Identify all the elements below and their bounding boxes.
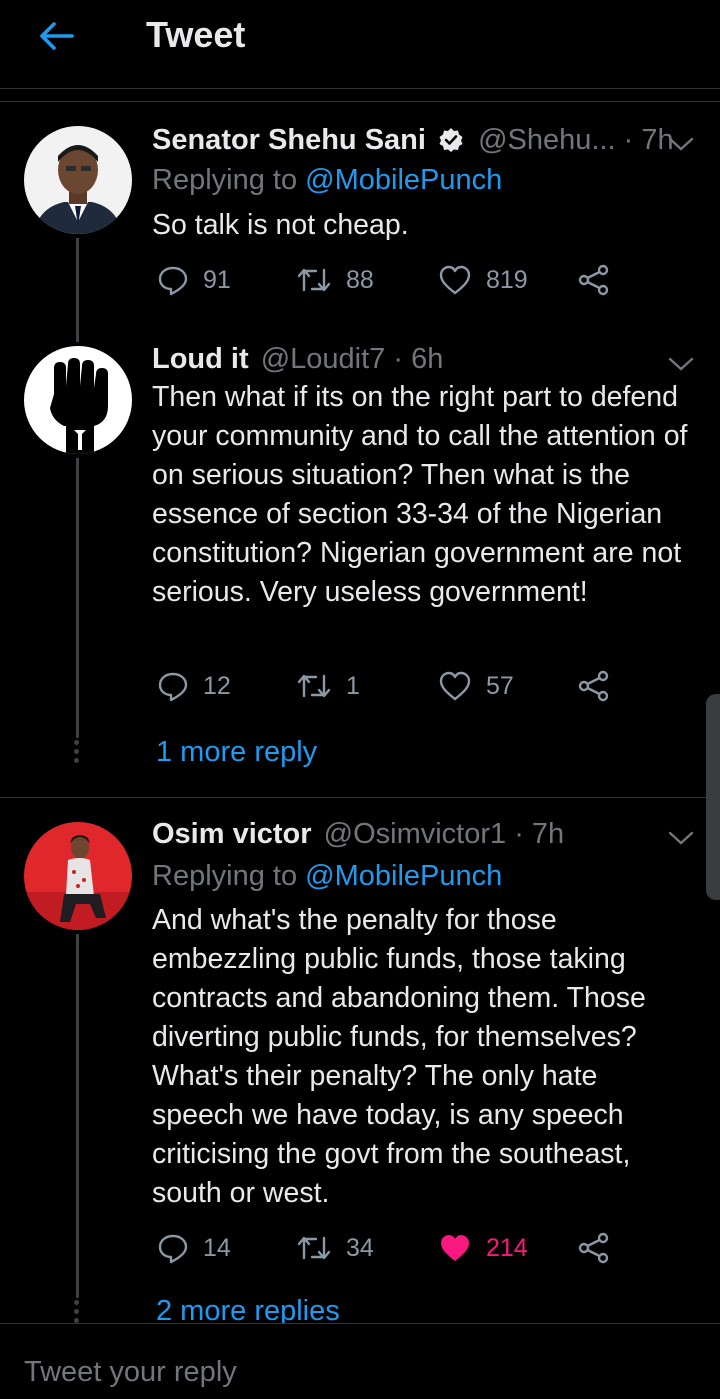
thread-connector xyxy=(76,934,79,1298)
like-button[interactable]: 819 xyxy=(438,264,528,296)
share-button[interactable] xyxy=(578,670,624,702)
chevron-down-icon[interactable] xyxy=(668,356,694,372)
thread-connector xyxy=(76,238,79,342)
retweet-icon xyxy=(297,1236,331,1260)
reply-button[interactable]: 14 xyxy=(157,1232,231,1264)
like-count: 57 xyxy=(486,671,514,700)
like-button[interactable]: 214 xyxy=(438,1232,528,1264)
reply-button[interactable]: 12 xyxy=(157,670,231,702)
timestamp: · 7h xyxy=(514,818,565,850)
tweet-actions: 91 88 819 xyxy=(152,264,672,304)
retweet-count: 1 xyxy=(346,671,360,700)
reply-count: 91 xyxy=(203,265,231,294)
tweet-text: Then what if its on the right part to de… xyxy=(152,381,688,608)
reply-input[interactable]: Tweet your reply xyxy=(24,1356,237,1389)
tweet-header: Osim victor @Osimvictor1 · 7h xyxy=(152,818,564,851)
like-icon xyxy=(439,671,471,701)
tweet-header: Senator Shehu Sani @Shehu... · 7h xyxy=(152,124,674,157)
reply-button[interactable]: 91 xyxy=(157,264,231,296)
like-count: 819 xyxy=(486,265,528,294)
retweet-button[interactable]: 88 xyxy=(296,264,374,296)
chevron-down-icon[interactable] xyxy=(668,830,694,846)
verified-badge-icon xyxy=(439,128,463,152)
retweet-button[interactable]: 1 xyxy=(296,670,360,702)
share-button[interactable] xyxy=(578,264,624,296)
like-button[interactable]: 57 xyxy=(438,670,514,702)
tweet-text: And what's the penalty for those embezzl… xyxy=(152,904,646,1209)
tweet[interactable]: Senator Shehu Sani @Shehu... · 7h Replyi… xyxy=(0,102,720,342)
top-bar: Tweet xyxy=(0,0,720,89)
like-count: 214 xyxy=(486,1233,528,1262)
chevron-down-icon[interactable] xyxy=(668,136,694,152)
back-arrow-icon[interactable] xyxy=(36,16,76,56)
tweet[interactable]: Loud it @Loudit7 · 6h Then what if its o… xyxy=(0,342,720,796)
thread-connector xyxy=(76,458,79,738)
like-icon xyxy=(439,265,471,295)
retweet-button[interactable]: 34 xyxy=(296,1232,374,1264)
share-icon xyxy=(578,1232,609,1264)
thread-dots xyxy=(73,740,81,767)
mention-link[interactable]: @MobilePunch xyxy=(305,860,502,892)
retweet-icon xyxy=(297,268,331,292)
timestamp: · 6h xyxy=(393,343,444,375)
avatar[interactable] xyxy=(24,822,132,930)
reply-icon xyxy=(158,1234,188,1264)
scroll-handle[interactable] xyxy=(706,694,720,900)
tweet-header: Loud it @Loudit7 · 6h xyxy=(152,343,443,376)
tweet-actions: 14 34 214 xyxy=(152,1232,672,1272)
replying-to: Replying to @MobilePunch xyxy=(152,860,503,892)
tweet-text: So talk is not cheap. xyxy=(152,209,409,241)
reply-count: 12 xyxy=(203,671,231,700)
like-icon xyxy=(441,1235,469,1261)
author-name[interactable]: Loud it xyxy=(152,343,249,375)
replying-to: Replying to @MobilePunch xyxy=(152,164,503,196)
reply-count: 14 xyxy=(203,1233,231,1262)
reply-composer[interactable]: Tweet your reply xyxy=(0,1323,720,1399)
retweet-count: 88 xyxy=(346,265,374,294)
avatar[interactable] xyxy=(24,346,132,454)
share-icon xyxy=(578,670,609,702)
timestamp: · 7h xyxy=(623,124,674,156)
avatar[interactable] xyxy=(24,126,132,234)
author-handle[interactable]: @Shehu... xyxy=(478,124,615,156)
author-handle[interactable]: @Osimvictor1 xyxy=(324,818,507,850)
reply-icon xyxy=(158,266,188,296)
reply-icon xyxy=(158,672,188,702)
tweet[interactable]: Osim victor @Osimvictor1 · 7h Replying t… xyxy=(0,798,720,1327)
author-handle[interactable]: @Loudit7 xyxy=(261,343,386,375)
share-button[interactable] xyxy=(578,1232,624,1264)
more-replies-link[interactable]: 1 more reply xyxy=(156,736,317,769)
author-name[interactable]: Senator Shehu Sani xyxy=(152,124,426,156)
tweet-actions: 12 1 57 xyxy=(152,670,672,710)
page-title: Tweet xyxy=(146,14,246,55)
share-icon xyxy=(578,264,609,296)
retweet-count: 34 xyxy=(346,1233,374,1262)
retweet-icon xyxy=(297,674,331,698)
author-name[interactable]: Osim victor xyxy=(152,818,312,850)
mention-link[interactable]: @MobilePunch xyxy=(305,164,502,196)
